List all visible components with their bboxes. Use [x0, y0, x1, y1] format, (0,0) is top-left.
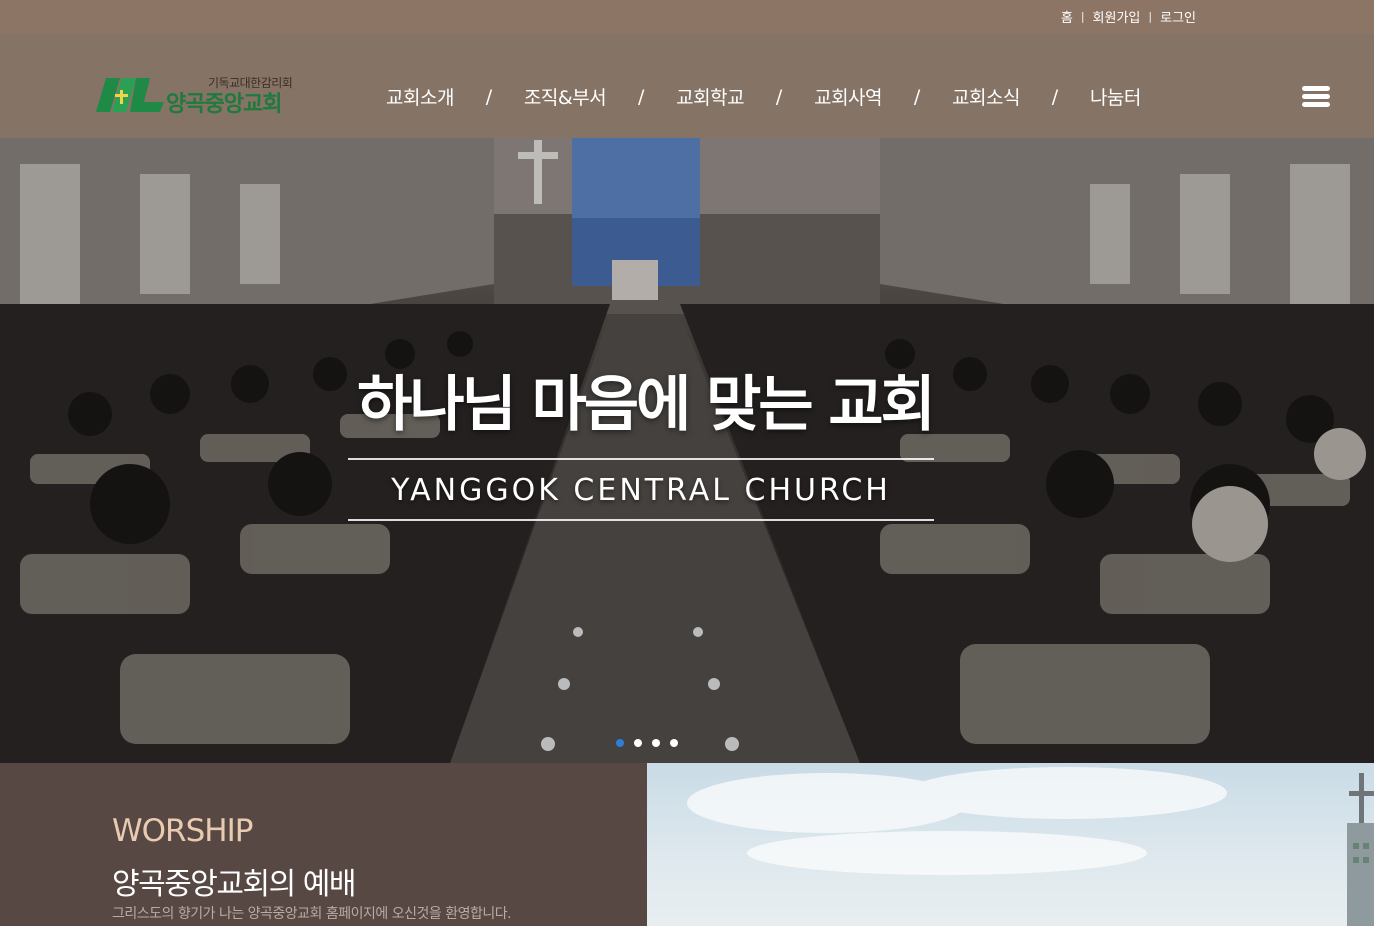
nav-separator: /	[637, 85, 645, 108]
church-logo[interactable]: 기독교대한감리회 양곡중앙교회	[96, 72, 316, 117]
nav-separator: /	[1051, 85, 1059, 108]
nav-item-sharing[interactable]: 나눔터	[1090, 83, 1141, 110]
login-link[interactable]: 로그인	[1160, 7, 1196, 26]
signup-link[interactable]: 회원가입	[1093, 7, 1141, 26]
hamburger-menu-icon[interactable]	[1302, 86, 1330, 108]
main-nav: 교회소개 / 조직&부서 / 교회학교 / 교회사역 / 교회소식 / 나눔터	[386, 83, 1141, 110]
church-logo-icon	[96, 78, 164, 112]
hero-title: 하나님 마음에 맞는 교회	[357, 370, 936, 440]
worship-description: 그리스도의 향기가 나는 양곡중앙교회 홈페이지에 오신것을 환영합니다.	[112, 906, 512, 922]
slider-dot[interactable]	[634, 739, 642, 747]
nav-item-church-school[interactable]: 교회학교	[676, 83, 744, 110]
worship-section: WORSHIP 양곡중앙교회의 예배 그리스도의 향기가 나는 양곡중앙교회 홈…	[0, 763, 647, 926]
home-link[interactable]: 홈	[1061, 7, 1073, 26]
nav-item-departments[interactable]: 조직&부서	[524, 83, 607, 110]
slider-pagination	[616, 739, 678, 747]
slider-dot[interactable]	[670, 739, 678, 747]
nav-separator: /	[913, 85, 921, 108]
nav-item-about[interactable]: 교회소개	[386, 83, 454, 110]
worship-kor-title: 양곡중앙교회의 예배	[112, 867, 356, 902]
slider-dot[interactable]	[652, 739, 660, 747]
hero-divider-bottom	[348, 519, 934, 521]
nav-item-news[interactable]: 교회소식	[952, 83, 1020, 110]
hero-slider: 하나님 마음에 맞는 교회 YANGGOK CENTRAL CHURCH	[0, 34, 1374, 763]
utility-separator: |	[1148, 10, 1153, 23]
top-utility-bar: 홈 | 회원가입 | 로그인	[0, 0, 1374, 34]
utility-separator: |	[1080, 10, 1085, 23]
nav-separator: /	[485, 85, 493, 108]
hero-divider-top	[348, 458, 934, 460]
nav-separator: /	[775, 85, 783, 108]
utility-nav: 홈 | 회원가입 | 로그인	[1061, 7, 1196, 26]
hero-subtitle: YANGGOK CENTRAL CHURCH	[391, 473, 891, 508]
worship-eng-title: WORSHIP	[112, 813, 253, 849]
church-building-photo	[687, 767, 1374, 926]
slider-dot[interactable]	[616, 739, 624, 747]
main-header: 기독교대한감리회 양곡중앙교회 교회소개 / 조직&부서 / 교회학교 / 교회…	[0, 34, 1374, 138]
logo-name: 양곡중앙교회	[166, 92, 282, 117]
church-building-image	[647, 763, 1374, 926]
nav-item-ministry[interactable]: 교회사역	[814, 83, 882, 110]
